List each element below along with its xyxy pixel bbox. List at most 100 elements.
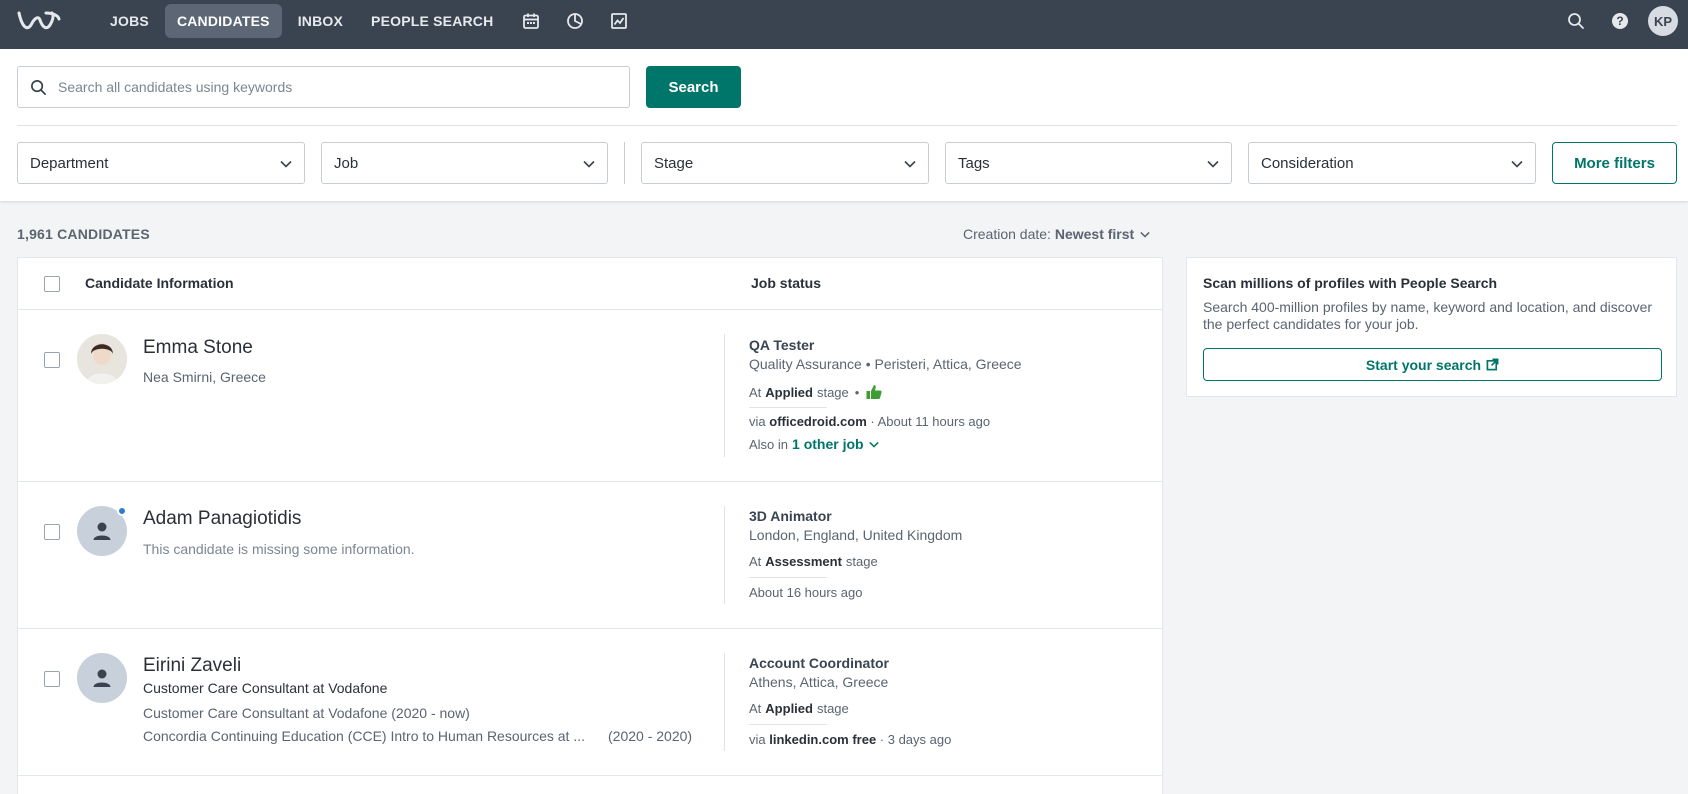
chevron-down-icon <box>1511 155 1523 172</box>
tags-filter[interactable]: Tags <box>945 142 1232 184</box>
stage-filter-label: Stage <box>654 154 694 172</box>
chevron-down-icon <box>280 155 292 172</box>
job-title[interactable]: QA Tester <box>749 337 814 353</box>
stage-filter[interactable]: Stage <box>641 142 929 184</box>
column-divider <box>724 506 725 604</box>
start-search-button[interactable]: Start your search <box>1203 348 1662 381</box>
nav-jobs[interactable]: JOBS <box>98 4 161 38</box>
source-info: via officedroid.com · About 11 hours ago <box>749 414 990 429</box>
stage-prefix: At <box>749 554 762 569</box>
search-icon[interactable] <box>1560 5 1592 37</box>
main-nav: JOBS CANDIDATES INBOX PEOPLE SEARCH <box>98 4 641 38</box>
workable-logo[interactable] <box>16 9 62 35</box>
sort-value: Newest first <box>1054 226 1135 242</box>
candidate-row[interactable]: Emma Stone Nea Smirni, Greece QA Tester … <box>18 310 1162 482</box>
candidate-name[interactable]: Emma Stone <box>143 337 253 359</box>
unread-indicator <box>117 506 127 516</box>
via-prefix: via <box>749 414 766 429</box>
job-title[interactable]: Account Coordinator <box>749 655 889 671</box>
stage-dot: • <box>854 384 860 400</box>
help-icon[interactable]: ? <box>1604 5 1636 37</box>
via-prefix: via <box>749 732 766 747</box>
chevron-down-icon <box>1140 231 1150 238</box>
candidate-name[interactable]: Eirini Zaveli <box>143 655 241 677</box>
search-filter-panel: Search Department Job Stage Tags Conside… <box>0 49 1688 201</box>
department-filter[interactable]: Department <box>17 142 305 184</box>
column-job-status: Job status <box>751 275 822 291</box>
pie-chart-icon[interactable] <box>561 7 589 35</box>
department-filter-label: Department <box>30 154 109 172</box>
candidate-education-years: (2020 - 2020) <box>608 728 693 744</box>
row-checkbox[interactable] <box>44 352 60 368</box>
stage-suffix: stage <box>816 384 849 400</box>
divider <box>749 577 827 578</box>
applied-time: · About 11 hours ago <box>870 414 991 429</box>
job-location: Quality Assurance • Peristeri, Attica, G… <box>749 356 1022 372</box>
thumbs-up-icon <box>865 383 883 401</box>
job-filter-label: Job <box>334 154 359 172</box>
divider <box>749 407 827 408</box>
job-filter[interactable]: Job <box>321 142 608 184</box>
also-in-info: Also in 1 other job <box>749 436 879 452</box>
candidate-headline: Customer Care Consultant at Vodafone <box>143 680 388 696</box>
search-icon <box>18 67 58 107</box>
candidate-count: 1,961 CANDIDATES <box>17 226 150 242</box>
search-input[interactable] <box>58 68 618 106</box>
more-filters-button[interactable]: More filters <box>1552 142 1677 184</box>
external-link-icon <box>1486 358 1499 371</box>
source-info: via linkedin.com free · 3 days ago <box>749 732 951 747</box>
avatar <box>77 334 127 384</box>
source-name: linkedin.com free <box>769 732 877 747</box>
nav-inbox[interactable]: INBOX <box>286 4 355 38</box>
promo-text: Search 400-million profiles by name, key… <box>1203 299 1653 332</box>
nav-candidates[interactable]: CANDIDATES <box>164 4 282 38</box>
promo-title: Scan millions of profiles with People Se… <box>1203 275 1498 291</box>
job-title[interactable]: 3D Animator <box>749 508 832 524</box>
candidate-name[interactable]: Adam Panagiotidis <box>143 508 301 530</box>
start-search-label: Start your search <box>1365 356 1482 373</box>
chevron-down-icon <box>868 441 879 448</box>
consideration-filter-label: Consideration <box>1261 154 1354 172</box>
stage-prefix: At <box>749 384 762 400</box>
candidate-row[interactable]: Eirini Zaveli Customer Care Consultant a… <box>18 629 1162 776</box>
row-checkbox[interactable] <box>44 671 60 687</box>
filter-divider <box>624 142 625 184</box>
candidate-list: Candidate Information Job status Emma St… <box>17 257 1163 794</box>
stage-prefix: At <box>749 701 762 716</box>
stage-suffix: stage <box>816 701 849 716</box>
reports-icon[interactable] <box>605 7 633 35</box>
other-jobs-link[interactable]: 1 other job <box>792 436 864 452</box>
stage-name: Assessment <box>765 554 842 569</box>
avatar <box>77 653 127 703</box>
top-right-actions: ? KP <box>1560 5 1678 37</box>
candidate-location: Nea Smirni, Greece <box>143 369 266 385</box>
applied-time: · 3 days ago <box>879 732 952 747</box>
applied-time: About 16 hours ago <box>749 585 863 600</box>
search-button[interactable]: Search <box>646 66 741 108</box>
divider <box>17 125 1677 126</box>
top-navigation-bar: JOBS CANDIDATES INBOX PEOPLE SEARCH ? KP <box>0 0 1688 49</box>
row-checkbox[interactable] <box>44 524 60 540</box>
candidate-row[interactable]: Adam Panagiotidis This candidate is miss… <box>18 482 1162 629</box>
consideration-filter[interactable]: Consideration <box>1248 142 1536 184</box>
stage-suffix: stage <box>845 554 878 569</box>
tags-filter-label: Tags <box>958 154 990 172</box>
select-all-checkbox[interactable] <box>44 276 60 292</box>
chevron-down-icon <box>904 155 916 172</box>
list-header: Candidate Information Job status <box>18 258 1162 310</box>
stage-name: Applied <box>765 701 813 716</box>
user-avatar[interactable]: KP <box>1648 6 1678 36</box>
people-search-promo-card: Scan millions of profiles with People Se… <box>1186 257 1677 397</box>
missing-info-text: This candidate is missing some informati… <box>143 541 415 557</box>
candidate-education: Concordia Continuing Education (CCE) Int… <box>143 728 585 744</box>
chevron-down-icon <box>583 155 595 172</box>
calendar-icon[interactable] <box>517 7 545 35</box>
job-location: Athens, Attica, Greece <box>749 674 889 690</box>
nav-people-search[interactable]: PEOPLE SEARCH <box>359 4 505 38</box>
sort-dropdown[interactable]: Creation date: Newest first <box>963 226 1150 242</box>
stage-info: At Applied stage <box>749 701 849 716</box>
job-location: London, England, United Kingdom <box>749 527 963 543</box>
stage-name: Applied <box>765 384 813 400</box>
sort-label: Creation date: <box>963 226 1051 242</box>
also-in-prefix: Also in <box>749 436 789 452</box>
